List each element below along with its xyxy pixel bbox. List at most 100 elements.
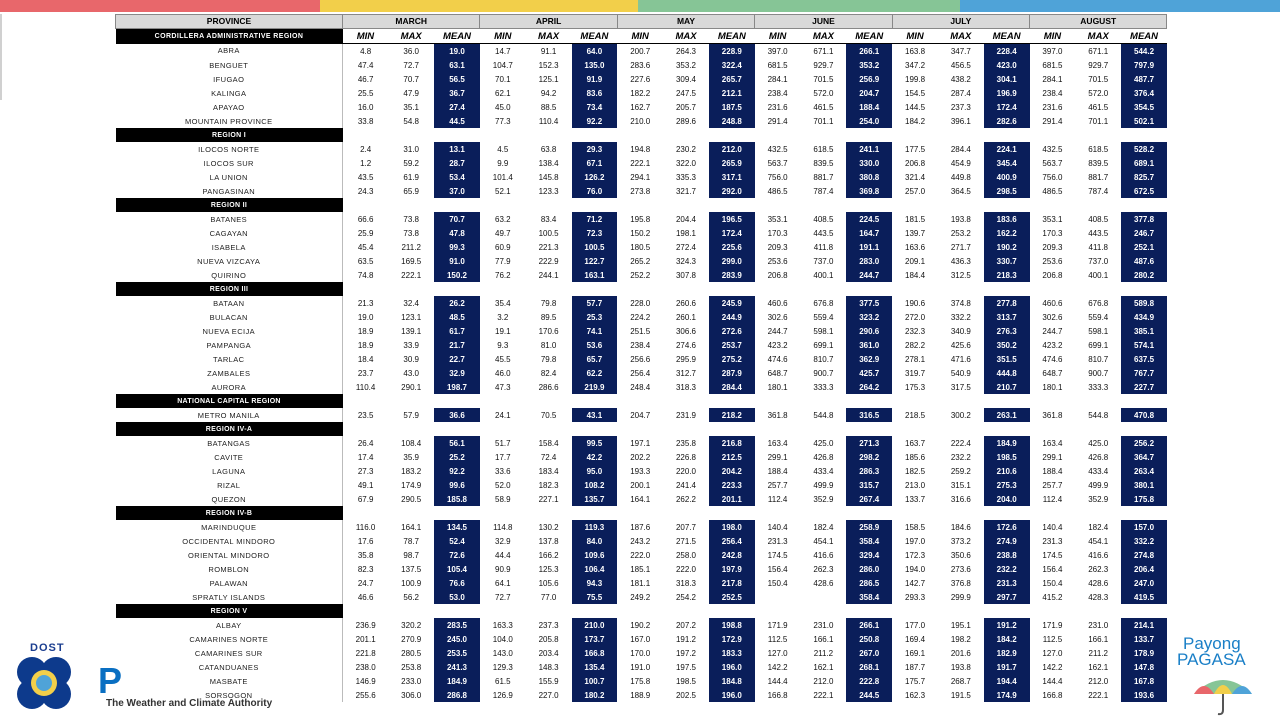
min-cell: 170.0 [630, 648, 651, 658]
max-cell: 83.4 [540, 214, 557, 224]
max-cell: 54.8 [403, 116, 419, 126]
max-cell: 374.8 [950, 298, 971, 308]
mean-cell: 106.4 [571, 562, 618, 576]
min-cell: 206.8 [905, 158, 926, 168]
mean-cell: 212.0 [708, 142, 755, 156]
min-cell: 18.4 [357, 354, 374, 364]
mean-cell: 227.7 [1121, 380, 1167, 394]
min-cell: 101.4 [492, 172, 513, 182]
mean-cell: 198.8 [708, 618, 755, 632]
mean-cell: 216.8 [708, 436, 755, 450]
max-cell: 364.5 [950, 186, 971, 196]
mean-cell: 32.9 [434, 366, 480, 380]
mean-cell: 351.5 [983, 352, 1030, 366]
mean-cell: 47.8 [434, 226, 480, 240]
min-cell: 197.1 [630, 438, 651, 448]
max-cell: 312.5 [950, 270, 971, 280]
min-cell: 26.4 [357, 438, 374, 448]
max-cell: 237.3 [950, 102, 971, 112]
mean-cell: 218.3 [983, 268, 1030, 282]
min-cell: 180.1 [1042, 382, 1063, 392]
max-cell: 81.0 [540, 340, 557, 350]
min-cell: 188.4 [1042, 466, 1063, 476]
max-cell: 262.2 [675, 494, 697, 504]
max-cell: 169.5 [401, 256, 422, 266]
min-cell: 104.7 [492, 60, 513, 70]
mean-cell: 13.1 [434, 142, 480, 156]
min-cell: 273.8 [630, 186, 651, 196]
mean-cell: 196.0 [708, 688, 755, 702]
max-cell: 306.0 [401, 690, 422, 700]
mean-cell: 184.8 [708, 674, 755, 688]
max-cell: 290.1 [401, 382, 422, 392]
stat-header-mean: MEAN [1121, 28, 1167, 44]
min-cell: 190.6 [905, 298, 926, 308]
mean-cell: 222.8 [846, 674, 893, 688]
min-cell: 756.0 [767, 172, 788, 182]
max-cell: 100.9 [401, 578, 422, 588]
max-cell: 701.5 [813, 74, 834, 84]
min-cell: 17.4 [357, 452, 374, 462]
mean-cell: 65.7 [571, 352, 618, 366]
min-cell: 175.8 [630, 676, 651, 686]
min-cell: 265.2 [630, 256, 651, 266]
min-cell: 64.1 [495, 578, 511, 588]
max-cell: 204.4 [675, 214, 697, 224]
max-cell: 324.3 [675, 256, 697, 266]
mean-cell: 57.7 [571, 296, 618, 310]
min-cell [755, 590, 801, 604]
mean-cell: 241.1 [846, 142, 893, 156]
max-cell: 699.1 [1088, 340, 1109, 350]
mean-cell: 265.7 [708, 72, 755, 86]
max-cell: 499.9 [813, 480, 834, 490]
min-cell: 46.7 [357, 74, 374, 84]
max-cell: 88.5 [540, 102, 557, 112]
province-name: PALAWAN [115, 576, 343, 590]
mean-cell: 256.4 [708, 534, 755, 548]
mean-cell: 91.9 [571, 72, 618, 86]
stat-header-min: MIN [342, 28, 389, 44]
min-cell: 142.7 [905, 578, 926, 588]
min-cell: 648.7 [767, 368, 788, 378]
table-row: LA UNION 43.5 61.9 53.4 101.4 145.8 126.2 294.1… [115, 170, 1167, 184]
max-cell: 222.0 [675, 564, 697, 574]
province-name: CAMARINES SUR [115, 646, 343, 660]
min-cell: 299.1 [1042, 452, 1063, 462]
mean-cell: 224.1 [983, 142, 1030, 156]
min-cell: 17.7 [495, 452, 511, 462]
mean-cell: 163.1 [571, 268, 618, 282]
mean-cell: 36.6 [434, 408, 480, 422]
max-cell: 91.1 [540, 46, 557, 56]
max-cell: 231.9 [675, 410, 697, 420]
min-cell: 174.5 [1042, 550, 1063, 560]
max-cell: 207.2 [675, 620, 697, 630]
mean-cell: 188.4 [846, 100, 893, 114]
max-cell: 426.8 [813, 452, 834, 462]
mean-cell: 99.3 [434, 240, 480, 254]
province-name: MARINDUQUE [115, 520, 343, 534]
min-cell: 142.2 [767, 662, 788, 672]
min-cell: 156.4 [1042, 564, 1063, 574]
table-row: ALBAY 236.9 320.2 283.5 163.3 237.3 210.0 190.2… [115, 618, 1167, 632]
table-row: OCCIDENTAL MINDORO 17.6 78.7 52.4 32.9 137.8 8… [115, 534, 1167, 548]
max-cell: 233.0 [401, 676, 422, 686]
mean-cell: 329.4 [846, 548, 893, 562]
mean-cell: 267.0 [846, 646, 893, 660]
table-row: CAMARINES NORTE 201.1 270.9 245.0 104.0 205.8… [115, 632, 1167, 646]
min-cell: 112.4 [1042, 494, 1063, 504]
mean-cell: 206.4 [1121, 562, 1167, 576]
min-cell: 167.0 [630, 634, 651, 644]
min-cell: 253.6 [1042, 256, 1063, 266]
min-cell: 172.3 [905, 550, 926, 560]
min-cell: 163.6 [905, 242, 926, 252]
min-cell: 432.5 [1042, 144, 1063, 154]
mean-cell: 330.0 [846, 156, 893, 170]
region-row-filler [342, 282, 1167, 296]
max-cell: 618.5 [1088, 144, 1109, 154]
province-name: TARLAC [115, 352, 343, 366]
min-cell: 252.2 [630, 270, 651, 280]
mean-cell: 244.9 [708, 310, 755, 324]
stat-header-max: MAX [388, 28, 435, 44]
table-row: RIZAL 49.1 174.9 99.6 52.0 182.3 108.2 200.1 241… [115, 478, 1167, 492]
max-cell: 318.3 [675, 578, 697, 588]
